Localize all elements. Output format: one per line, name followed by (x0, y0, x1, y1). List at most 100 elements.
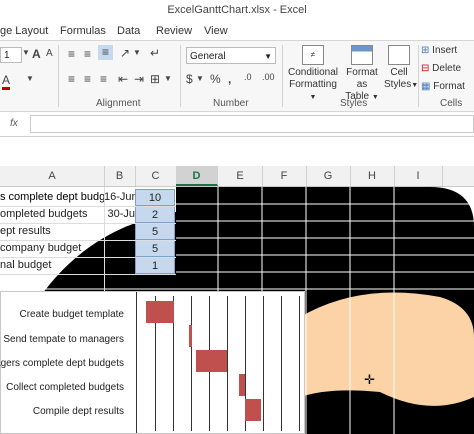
task-label: Create budget template (19, 309, 124, 320)
cell-c3[interactable]: 5 (135, 223, 175, 240)
chevron-down-icon[interactable]: ▼ (196, 74, 204, 83)
wrap-text-icon[interactable]: ↵ (150, 46, 160, 60)
chevron-down-icon[interactable]: ▼ (26, 74, 34, 83)
gantt-chart[interactable]: Create budget template Send tempate to m… (0, 291, 305, 434)
cell-c1[interactable]: 10 (135, 189, 175, 206)
tab-review[interactable]: Review (156, 25, 192, 37)
format-icon: ▦ (421, 81, 431, 92)
conditional-formatting-icon: ≠ (302, 45, 324, 65)
percent-icon[interactable]: % (210, 72, 221, 86)
column-header-d[interactable]: D (176, 166, 218, 186)
tab-view[interactable]: View (204, 25, 228, 37)
cell-b2[interactable]: 30-Ju (104, 206, 135, 223)
currency-icon[interactable]: $ (186, 72, 193, 86)
tab-page-layout[interactable]: ge Layout (0, 25, 48, 37)
task-label: nagers complete dept budgets (0, 358, 124, 369)
column-header-b[interactable]: B (104, 166, 136, 186)
formula-input[interactable] (30, 115, 474, 133)
insert-icon: ⊞ (421, 45, 430, 56)
align-bottom-icon[interactable]: ≡ (98, 45, 113, 60)
chart-gridline (263, 296, 264, 431)
chevron-down-icon[interactable]: ▼ (133, 48, 141, 57)
conditional-formatting-button[interactable]: ≠ Conditional Formatting ▼ (287, 45, 339, 104)
cell-a3[interactable]: ept results (0, 223, 104, 240)
ribbon: 1 ▼ A A A ▼ ≡ ≡ ≡ ↗ ▼ ↵ ≡ ≡ ≡ ⇤ ⇥ ⊞ ▼ Al… (0, 40, 474, 112)
column-header-i[interactable]: I (394, 166, 443, 186)
align-top-icon[interactable]: ≡ (68, 47, 75, 61)
conditional-formatting-label-1: Conditional (287, 67, 339, 78)
increase-indent-icon[interactable]: ⇥ (134, 72, 144, 86)
window-title: ExcelGanttChart.xlsx - Excel (167, 4, 307, 16)
delete-icon: ⊟ (421, 63, 430, 74)
font-size-box[interactable]: 1 (0, 47, 22, 63)
gantt-bar[interactable] (245, 399, 261, 421)
gantt-bar[interactable] (195, 350, 227, 372)
number-group-label: Number (213, 98, 249, 109)
cell-styles-label-2: Styles (384, 79, 412, 90)
format-button[interactable]: ▦ Format (421, 81, 465, 93)
insert-button[interactable]: ⊞ Insert (421, 45, 457, 57)
title-bar: ExcelGanttChart.xlsx - Excel (0, 0, 474, 20)
decrease-font-icon[interactable]: A (46, 48, 53, 59)
center-icon[interactable]: ≡ (84, 72, 91, 86)
cell-c2[interactable]: 2 (135, 206, 175, 223)
cell-a1[interactable]: s complete dept budge (0, 189, 104, 206)
column-header-h[interactable]: H (350, 166, 395, 186)
increase-font-icon[interactable]: A (32, 47, 41, 61)
alignment-group-label: Alignment (96, 98, 141, 109)
delete-label: Delete (432, 63, 462, 74)
cell-c4[interactable]: 5 (135, 240, 175, 257)
cell-b1[interactable]: 16-Jun (104, 189, 135, 206)
table-icon (351, 45, 373, 65)
chevron-down-icon: ▼ (371, 94, 379, 101)
format-as-table-label-1: Format as (346, 67, 378, 90)
cell-a4[interactable]: company budget (0, 240, 104, 257)
plot-area (136, 292, 304, 433)
increase-decimal-icon[interactable]: .0 (244, 72, 252, 82)
chevron-down-icon[interactable]: ▼ (164, 74, 172, 83)
gantt-bar[interactable] (146, 301, 174, 323)
column-header-g[interactable]: G (306, 166, 351, 186)
merge-center-icon[interactable]: ⊞ (150, 72, 160, 86)
formula-bar: fx (0, 112, 474, 137)
tab-data[interactable]: Data (117, 25, 140, 37)
delete-button[interactable]: ⊟ Delete (421, 63, 461, 75)
align-middle-icon[interactable]: ≡ (84, 47, 91, 61)
tab-formulas[interactable]: Formulas (60, 25, 106, 37)
cell-a5[interactable]: nal budget (0, 257, 104, 274)
chevron-down-icon[interactable]: ▼ (22, 48, 30, 57)
align-left-icon[interactable]: ≡ (68, 72, 75, 86)
styles-group-label: Styles (340, 98, 368, 109)
grid-spacer (0, 137, 474, 166)
fx-icon[interactable]: fx (10, 118, 18, 129)
column-header-f[interactable]: F (262, 166, 307, 186)
cells-group-label: Cells (440, 98, 463, 109)
cell-c5[interactable]: 1 (135, 257, 175, 274)
font-color-icon[interactable]: A (2, 73, 11, 90)
decrease-indent-icon[interactable]: ⇤ (118, 72, 128, 86)
task-label: Send tempate to managers (3, 334, 124, 345)
chart-gridline (191, 296, 192, 431)
column-header-e[interactable]: E (218, 166, 263, 186)
number-format-dropdown[interactable]: General ▼ (186, 47, 276, 64)
number-format-value: General (190, 51, 226, 62)
column-header-a[interactable]: A (0, 166, 105, 186)
format-as-table-button[interactable]: Format as Table ▼ (340, 45, 384, 104)
gantt-bar[interactable] (239, 374, 246, 396)
chevron-down-icon: ▼ (264, 52, 272, 61)
align-right-icon[interactable]: ≡ (100, 72, 107, 86)
decrease-decimal-icon[interactable]: .00 (262, 72, 275, 82)
cell-a2[interactable]: ompleted budgets (0, 206, 104, 223)
chevron-down-icon: ▼ (309, 94, 317, 101)
column-headers: A B C D E F G H I (0, 166, 474, 187)
cell-styles-label-1: Cell (390, 67, 408, 78)
chart-gridline (299, 296, 300, 431)
task-label: Compile dept results (32, 406, 124, 417)
orientation-icon[interactable]: ↗ (120, 46, 130, 60)
cell-styles-button[interactable]: Cell Styles▼ (384, 45, 418, 92)
column-header-c[interactable]: C (135, 166, 177, 186)
gantt-bar[interactable] (189, 325, 193, 347)
task-label: Collect completed budgets (6, 382, 124, 393)
ribbon-tabs: ge Layout Formulas Data Review View (0, 20, 474, 40)
comma-style-icon[interactable]: , (228, 72, 231, 86)
